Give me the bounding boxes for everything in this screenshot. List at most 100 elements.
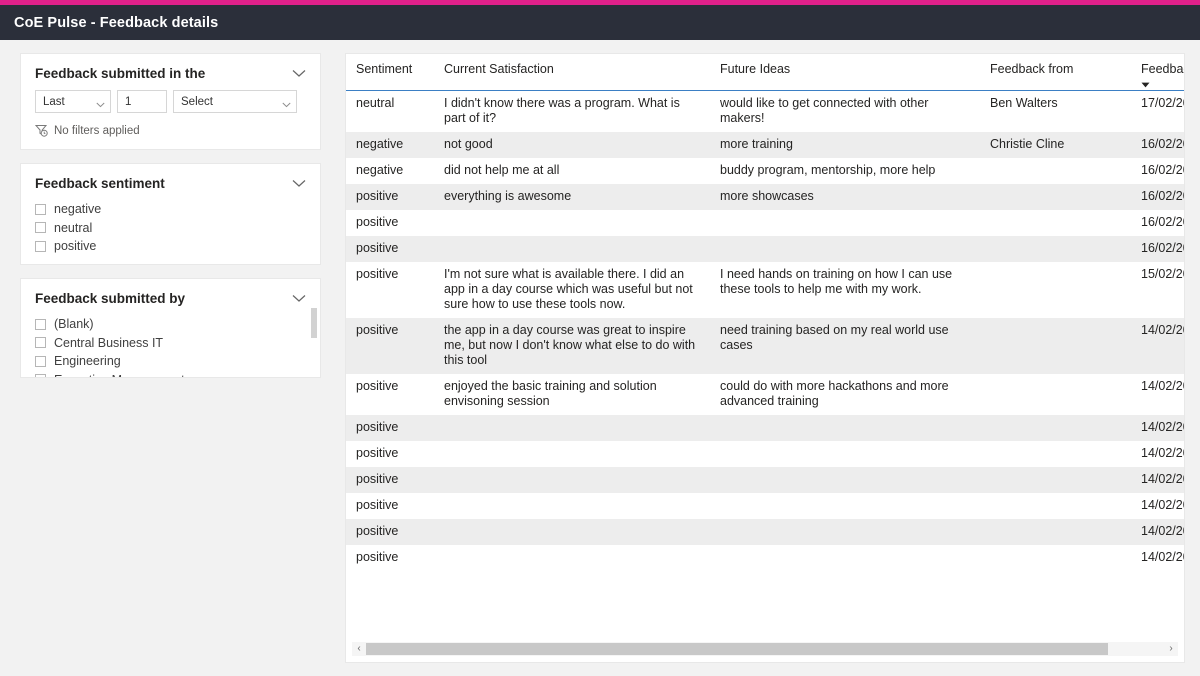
cell-future <box>710 467 980 493</box>
checkbox-icon[interactable] <box>35 222 46 234</box>
relation-dropdown-value: Last <box>43 95 65 108</box>
page-title: CoE Pulse - Feedback details <box>14 14 219 31</box>
scroll-left-arrow-icon[interactable]: ‹ <box>352 642 366 656</box>
table-row[interactable]: positive 14/02/2022 16:25:08 <box>346 493 1184 519</box>
submitted-by-option-central-business-it[interactable]: Central Business IT <box>35 334 306 353</box>
table-row[interactable]: neutral I didn't know there was a program… <box>346 90 1184 132</box>
sentiment-option-neutral[interactable]: neutral <box>35 219 306 238</box>
cell-sentiment: positive <box>346 467 434 493</box>
cell-sentiment: positive <box>346 493 434 519</box>
cell-from <box>980 415 1131 441</box>
cell-future <box>710 236 980 262</box>
table-row[interactable]: positive 16/02/2022 12:39:32 <box>346 210 1184 236</box>
cell-current <box>434 467 710 493</box>
column-header-label: Sentiment <box>356 62 413 76</box>
table-row[interactable]: positive 14/02/2022 15:41:42 <box>346 545 1184 571</box>
cell-future: could do with more hackathons and more a… <box>710 374 980 415</box>
filter-status: No filters applied <box>34 124 306 137</box>
cell-future: more training <box>710 132 980 158</box>
scrollbar-thumb[interactable] <box>311 308 317 338</box>
chevron-down-icon[interactable] <box>292 179 306 188</box>
column-header-future-ideas[interactable]: Future Ideas <box>710 54 980 91</box>
scroll-right-arrow-icon[interactable]: › <box>1164 642 1178 656</box>
feedback-details-table-panel: Sentiment Current Satisfaction Future Id… <box>345 53 1185 663</box>
cell-from <box>980 318 1131 374</box>
table-row[interactable]: negative not good more training Christie Cl… <box>346 132 1184 158</box>
cell-future: would like to get connected with other m… <box>710 90 980 132</box>
cell-sentiment: positive <box>346 545 434 571</box>
cell-on: 15/02/2022 16:46:52 <box>1131 262 1184 318</box>
chevron-down-icon[interactable] <box>292 69 306 78</box>
table-header: Sentiment Current Satisfaction Future Id… <box>346 54 1184 91</box>
table-row[interactable]: positive 14/02/2022 17:18:50 <box>346 441 1184 467</box>
scrollbar-track[interactable] <box>366 643 1164 655</box>
checkbox-icon[interactable] <box>35 374 46 377</box>
cell-sentiment: positive <box>346 262 434 318</box>
submitted-by-scrollbar[interactable] <box>311 308 317 374</box>
filter-card-header: Feedback sentiment <box>35 176 306 192</box>
cell-current: everything is awesome <box>434 184 710 210</box>
cell-sentiment: positive <box>346 415 434 441</box>
cell-future <box>710 210 980 236</box>
submitted-by-option-engineering[interactable]: Engineering <box>35 352 306 371</box>
column-header-current-satisfaction[interactable]: Current Satisfaction <box>434 54 710 91</box>
table-row[interactable]: positive 14/02/2022 17:46:47 <box>346 415 1184 441</box>
column-header-label: Future Ideas <box>720 62 791 76</box>
relation-dropdown[interactable]: Last <box>35 90 111 113</box>
column-header-label: Feedback on <box>1141 62 1184 76</box>
checkbox-icon[interactable] <box>35 355 46 367</box>
cell-current <box>434 415 710 441</box>
sentiment-option-label: negative <box>54 202 102 217</box>
filter-title-submitted-by: Feedback submitted by <box>35 291 186 306</box>
filter-card-header: Feedback submitted in the <box>35 66 306 82</box>
table-row[interactable]: positive 16/02/2022 12:39:23 <box>346 236 1184 262</box>
cell-sentiment: positive <box>346 519 434 545</box>
table-row[interactable]: positive the app in a day course was grea… <box>346 318 1184 374</box>
period-dropdown[interactable]: Select <box>173 90 297 113</box>
cell-from <box>980 210 1131 236</box>
cell-on: 14/02/2022 17:18:50 <box>1131 441 1184 467</box>
filter-clock-icon <box>34 124 48 137</box>
submitted-by-option-blank[interactable]: (Blank) <box>35 315 306 334</box>
cell-future: buddy program, mentorship, more help <box>710 158 980 184</box>
checkbox-icon[interactable] <box>35 240 46 252</box>
cell-on: 14/02/2022 15:41:42 <box>1131 545 1184 571</box>
column-header-feedback-from[interactable]: Feedback from <box>980 54 1131 91</box>
cell-current: I didn't know there was a program. What … <box>434 90 710 132</box>
cell-current: not good <box>434 132 710 158</box>
checkbox-icon[interactable] <box>35 318 46 330</box>
submitted-by-option-executive-management[interactable]: Executive Management <box>35 371 306 377</box>
cell-sentiment: positive <box>346 441 434 467</box>
submitted-by-checkbox-list: (Blank) Central Business IT Engineering … <box>35 315 306 377</box>
cell-on: 16/02/2022 12:57:13 <box>1131 132 1184 158</box>
table-row[interactable]: negative did not help me at all buddy prog… <box>346 158 1184 184</box>
sort-descending-icon <box>1141 77 1150 88</box>
sentiment-option-positive[interactable]: positive <box>35 237 306 256</box>
table-body: neutral I didn't know there was a program… <box>346 90 1184 571</box>
checkbox-icon[interactable] <box>35 337 46 349</box>
scrollbar-thumb[interactable] <box>366 643 1109 655</box>
cell-on: 16/02/2022 12:39:32 <box>1131 210 1184 236</box>
table-row[interactable]: positive 14/02/2022 15:45:44 <box>346 519 1184 545</box>
cell-on: 17/02/2022 13:48:21 <box>1131 90 1184 132</box>
table-row[interactable]: positive everything is awesome more showca… <box>346 184 1184 210</box>
table-row[interactable]: positive enjoyed the basic training and s… <box>346 374 1184 415</box>
filter-card-submitted-by: Feedback submitted by (Blank) Central Bu… <box>20 278 321 378</box>
column-header-feedback-on[interactable]: Feedback on <box>1131 54 1184 91</box>
sentiment-option-label: positive <box>54 239 97 254</box>
column-header-label: Feedback from <box>990 62 1074 76</box>
cell-current <box>434 545 710 571</box>
column-header-sentiment[interactable]: Sentiment <box>346 54 434 91</box>
sentiment-option-negative[interactable]: negative <box>35 200 306 219</box>
table-row[interactable]: positive 14/02/2022 16:27:13 <box>346 467 1184 493</box>
checkbox-icon[interactable] <box>35 203 46 215</box>
table-horizontal-scrollbar[interactable]: ‹ › <box>352 642 1178 656</box>
table-row[interactable]: positive I'm not sure what is available t… <box>346 262 1184 318</box>
count-input[interactable]: 1 <box>117 90 167 113</box>
cell-current <box>434 441 710 467</box>
app-titlebar: CoE Pulse - Feedback details <box>0 5 1200 40</box>
filter-title-submitted-in-the: Feedback submitted in the <box>35 66 206 81</box>
chevron-down-icon[interactable] <box>292 294 306 303</box>
cell-on: 14/02/2022 16:27:13 <box>1131 467 1184 493</box>
filter-rail: Feedback submitted in the Last 1 Select <box>20 53 321 391</box>
